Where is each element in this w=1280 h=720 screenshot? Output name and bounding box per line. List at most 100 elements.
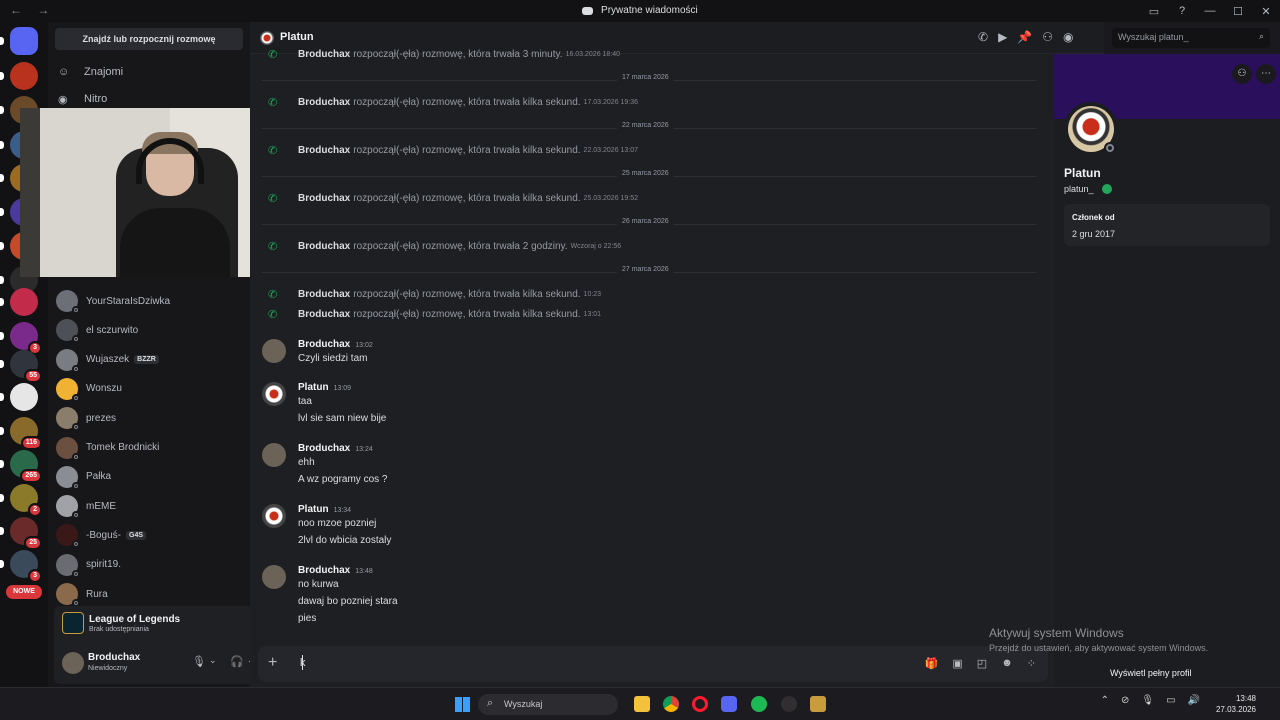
display-icon[interactable]: ▭	[1166, 695, 1175, 706]
inbox-icon[interactable]: ▭	[1140, 5, 1168, 18]
network-off-icon[interactable]: ⊘	[1121, 695, 1129, 706]
dm-name: YourStaraIsDziwka	[86, 295, 171, 307]
message-author[interactable]: Platun	[298, 382, 329, 393]
obs-icon[interactable]	[781, 696, 797, 712]
emoji-icon[interactable]: ☻	[1001, 657, 1013, 670]
help-icon[interactable]: ?	[1168, 5, 1196, 17]
dm-list-item[interactable]: Pałka	[56, 464, 242, 490]
nav-friends[interactable]: ☺ Znajomi	[58, 60, 123, 84]
server-icon[interactable]	[10, 27, 38, 55]
view-full-profile-link[interactable]: Wyświetl pełny profil	[1110, 668, 1191, 678]
server-unread-pill	[0, 72, 4, 80]
dm-list-item[interactable]: spirit19.	[56, 552, 242, 578]
dm-list-item[interactable]: el sczurwito	[56, 317, 242, 344]
gif-icon[interactable]: ▣	[952, 657, 962, 670]
dm-list-item[interactable]: Wujaszek BZZR	[56, 347, 242, 373]
add-friend-profile-icon[interactable]: ⚇	[1232, 64, 1252, 84]
message-composer[interactable]: + k 🎁 ▣ ◰ ☻ ⁘	[258, 646, 1048, 682]
server-icon[interactable]: 116	[10, 417, 42, 450]
status-offline-icon	[72, 511, 80, 520]
explorer-icon[interactable]	[634, 696, 650, 712]
server-icon[interactable]: 25	[10, 517, 42, 550]
dm-search-button[interactable]: Znajdź lub rozpocznij rozmowę	[55, 28, 243, 50]
message-avatar[interactable]	[262, 339, 286, 363]
date-divider: 27 marca 2026	[262, 266, 1036, 273]
chrome-icon[interactable]	[663, 696, 679, 712]
message-avatar[interactable]	[262, 443, 286, 467]
dm-list-item[interactable]: -Boguś- G4S	[56, 522, 242, 549]
message-avatar[interactable]	[262, 565, 286, 589]
chat-search-input[interactable]: Wyszukaj platun_ ⌕	[1112, 28, 1270, 48]
message-author[interactable]: Broduchax	[298, 565, 350, 576]
server-icon[interactable]: 2	[10, 484, 42, 517]
call-author[interactable]: Broduchax	[298, 49, 350, 60]
sticker-icon[interactable]: ◰	[977, 657, 987, 670]
dm-list-item[interactable]: Tomek Brodnicki	[56, 435, 242, 461]
dm-list-item[interactable]: Rura	[56, 581, 242, 607]
dm-avatar	[56, 583, 80, 607]
call-author[interactable]: Broduchax	[298, 309, 350, 320]
attach-plus-icon[interactable]: +	[268, 654, 277, 672]
server-icon[interactable]	[10, 288, 38, 316]
server-icon[interactable]	[10, 383, 38, 411]
message-text: ehh	[298, 457, 315, 468]
server-icon[interactable]: 55	[10, 350, 42, 383]
call-event: ✆ Broduchax rozpoczął(-ęła) rozmowę, która…	[262, 94, 638, 110]
call-time: Wczoraj o 22:56	[570, 242, 622, 250]
call-author[interactable]: Broduchax	[298, 193, 350, 204]
message-author[interactable]: Broduchax	[298, 443, 350, 454]
call-author[interactable]: Broduchax	[298, 97, 350, 108]
server-icon[interactable]: 265	[10, 450, 42, 483]
dm-list-item[interactable]: Wonszu	[56, 376, 242, 402]
more-options-icon[interactable]: ⋯	[1256, 64, 1276, 84]
gift-icon[interactable]: 🎁	[925, 657, 939, 670]
chat-message: Platun 13:34 noo mzoe pozniej 2lvl do wbici…	[262, 504, 1032, 554]
dm-list-item[interactable]: mEME	[56, 493, 242, 520]
discord-taskbar-icon[interactable]	[721, 696, 737, 712]
message-time: 13:02	[355, 342, 373, 349]
dm-list-item[interactable]: YourStaraIsDziwka	[56, 288, 242, 314]
dm-avatar	[56, 290, 80, 314]
pinned-icon[interactable]: 📌	[1017, 30, 1032, 44]
message-author[interactable]: Platun	[298, 504, 329, 515]
opera-icon[interactable]	[692, 696, 708, 712]
server-icon[interactable]	[10, 62, 38, 90]
taskbar-clock[interactable]: 13:48 27.03.2026	[1216, 693, 1256, 715]
message-author[interactable]: Broduchax	[298, 339, 350, 350]
mic-icon[interactable]: 🎙	[192, 655, 206, 668]
call-author[interactable]: Broduchax	[298, 289, 350, 300]
close-button[interactable]: ✕	[1252, 5, 1280, 18]
status-offline-icon	[72, 540, 80, 549]
call-author[interactable]: Broduchax	[298, 241, 350, 252]
league-taskbar-icon[interactable]	[810, 696, 826, 712]
tray-chevron-icon[interactable]: ⌃	[1101, 695, 1109, 706]
new-servers-badge[interactable]: NOWE	[6, 585, 42, 599]
message-avatar[interactable]	[262, 382, 286, 406]
phone-icon: ✆	[268, 288, 278, 301]
video-call-icon[interactable]: ▶	[998, 30, 1007, 44]
spotify-icon[interactable]	[751, 696, 767, 712]
call-author[interactable]: Broduchax	[298, 145, 350, 156]
apps-icon[interactable]: ⁘	[1027, 657, 1036, 670]
server-icon[interactable]: 3	[10, 322, 42, 355]
call-text: rozpoczął(-ęła) rozmowę, która trwała 2 …	[353, 240, 568, 252]
add-friend-icon[interactable]: ⚇	[1042, 30, 1053, 44]
windows-start-icon[interactable]	[455, 697, 470, 712]
voice-call-icon[interactable]: ✆	[978, 30, 988, 44]
user-status: Niewidoczny	[88, 665, 128, 672]
date-divider-label: 26 marca 2026	[617, 218, 674, 225]
server-icon[interactable]: 3	[10, 550, 42, 583]
maximize-button[interactable]: ☐	[1224, 5, 1252, 18]
mic-chevron-icon[interactable]: ⌄	[209, 655, 217, 666]
nitro-badge-icon	[1102, 184, 1112, 194]
dm-list-item[interactable]: prezes	[56, 405, 242, 432]
minimize-button[interactable]: —	[1196, 5, 1224, 17]
headphones-icon[interactable]: 🎧	[230, 655, 244, 668]
volume-icon[interactable]: 🔊	[1188, 695, 1200, 706]
call-time: 25.03.2026 19:52	[583, 194, 639, 202]
tray-mic-icon[interactable]: 🎙	[1141, 695, 1154, 706]
message-avatar[interactable]	[262, 504, 286, 528]
taskbar-search[interactable]: ⌕ Wyszukaj	[478, 694, 618, 715]
user-profile-icon[interactable]: ◉	[1063, 30, 1073, 44]
user-avatar[interactable]	[62, 652, 84, 674]
